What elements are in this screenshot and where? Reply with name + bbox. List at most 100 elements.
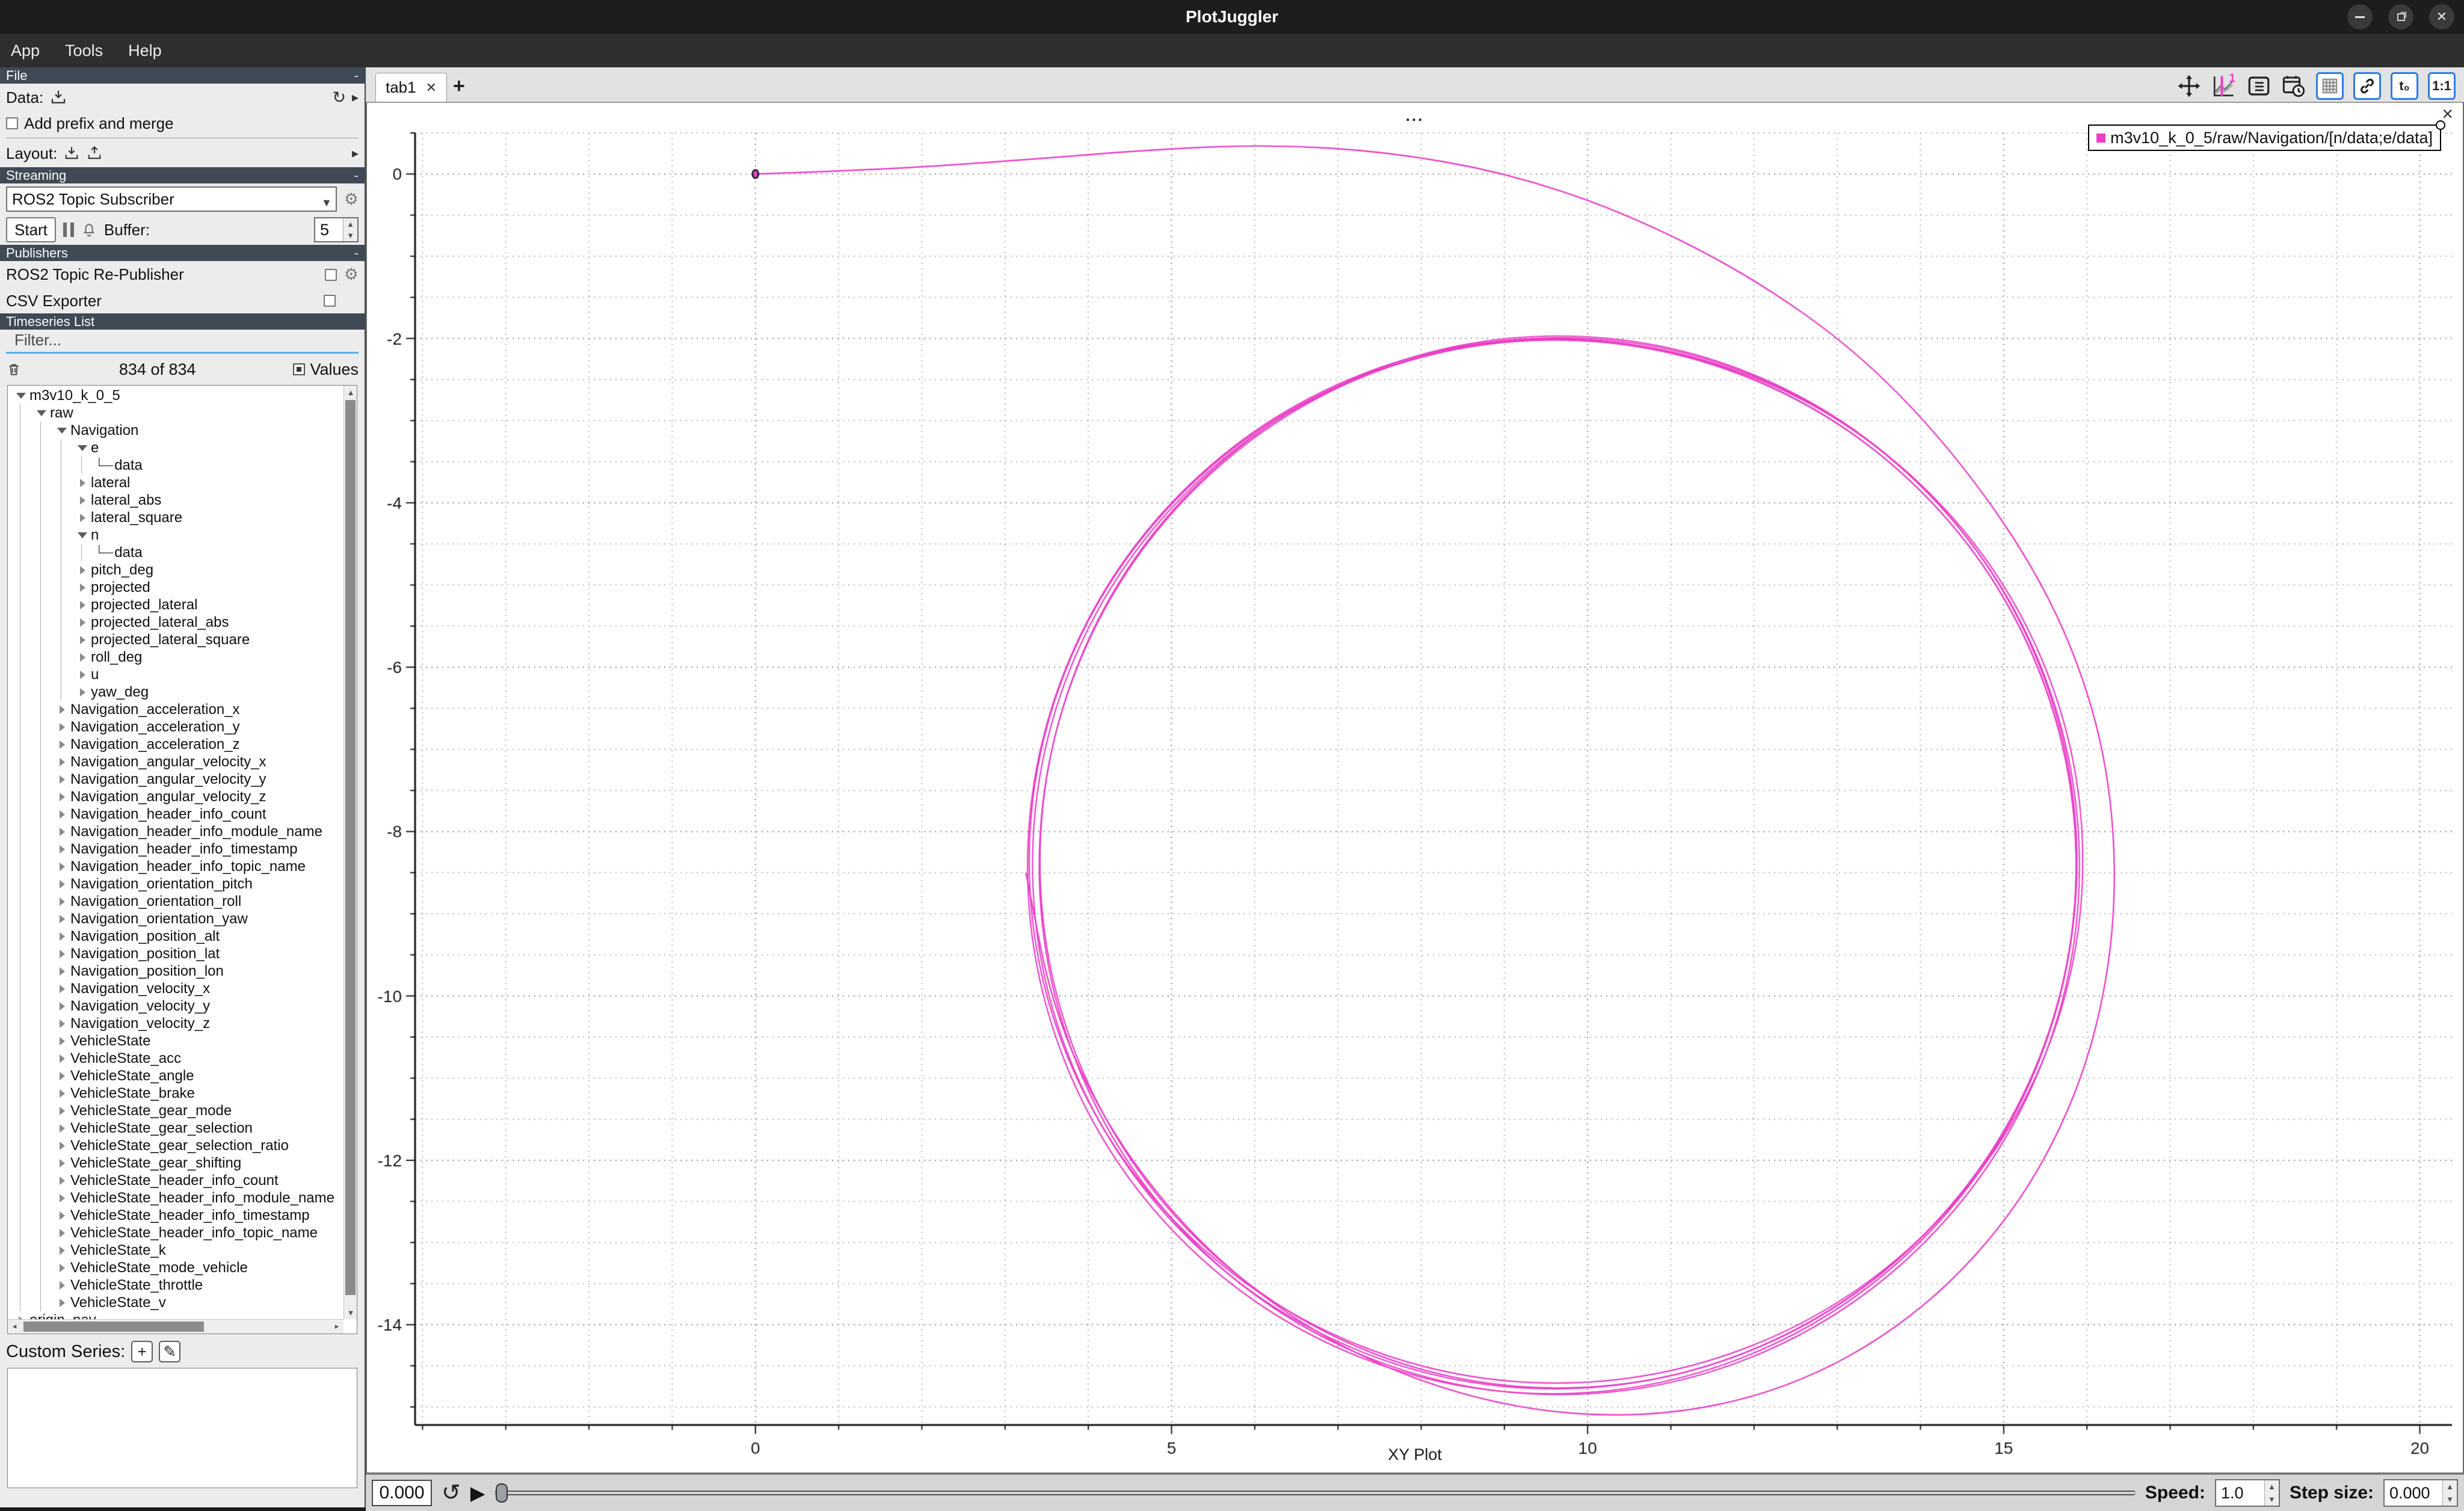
- values-checkbox[interactable]: [293, 363, 305, 375]
- tree-item[interactable]: VehicleState_header_info_timestamp: [8, 1207, 343, 1224]
- spin-up-icon[interactable]: ▲: [2443, 1480, 2457, 1493]
- restore-button[interactable]: [2388, 4, 2413, 29]
- tree-item[interactable]: Navigation_header_info_count: [8, 805, 343, 823]
- scrollbar-thumb[interactable]: [23, 1322, 204, 1332]
- spin-down-icon[interactable]: ▼: [343, 230, 357, 241]
- legend-handle[interactable]: [2436, 120, 2445, 130]
- tree-expanded-icon[interactable]: [13, 393, 29, 399]
- scroll-left-icon[interactable]: ◂: [8, 1320, 21, 1333]
- tree-item[interactable]: origin_nav: [8, 1311, 343, 1319]
- file-section-header[interactable]: File -: [0, 67, 365, 84]
- tree-item[interactable]: Navigation_angular_velocity_z: [8, 788, 343, 805]
- plot-close-icon[interactable]: ×: [2442, 104, 2453, 123]
- tree-item[interactable]: VehicleState_gear_shifting: [8, 1154, 343, 1172]
- trash-icon[interactable]: [6, 362, 22, 377]
- scroll-right-icon[interactable]: ▸: [330, 1320, 343, 1333]
- layout-menu-chevron-icon[interactable]: ▸: [352, 146, 359, 161]
- streaming-source-select[interactable]: ROS2 Topic Subscriber ▼: [6, 186, 337, 212]
- buffer-spinbox[interactable]: 5 ▲▼: [314, 217, 359, 242]
- plot-title[interactable]: ...: [367, 106, 2463, 125]
- scroll-up-icon[interactable]: ▲: [344, 386, 357, 399]
- spin-up-icon[interactable]: ▲: [343, 218, 357, 230]
- tree-item[interactable]: roll_deg: [8, 648, 343, 666]
- tree-item[interactable]: u: [8, 666, 343, 683]
- move-view-icon[interactable]: [2176, 73, 2202, 99]
- tree-item[interactable]: Navigation_velocity_z: [8, 1015, 343, 1032]
- spin-down-icon[interactable]: ▼: [2265, 1493, 2279, 1506]
- tree-item[interactable]: VehicleState_k: [8, 1242, 343, 1259]
- play-button[interactable]: ▶: [470, 1482, 485, 1504]
- scroll-down-icon[interactable]: ▼: [344, 1306, 357, 1319]
- collapse-icon[interactable]: -: [354, 68, 359, 84]
- republisher-gear-icon[interactable]: ⚙: [344, 266, 359, 283]
- add-custom-series-button[interactable]: +: [131, 1341, 153, 1362]
- minimize-button[interactable]: [2347, 4, 2373, 29]
- tracker-icon[interactable]: 1: [2211, 73, 2237, 99]
- t0-toggle-icon[interactable]: t₀: [2391, 72, 2418, 100]
- data-menu-chevron-icon[interactable]: ▸: [352, 90, 359, 105]
- xy-plot-canvas[interactable]: [371, 132, 2452, 1457]
- ratio-toggle-icon[interactable]: 1:1: [2428, 72, 2456, 100]
- tree-item[interactable]: pitch_deg: [8, 561, 343, 579]
- tree-item[interactable]: Navigation_acceleration_y: [8, 718, 343, 736]
- link-axes-icon[interactable]: [2353, 72, 2381, 100]
- tab-tab1[interactable]: tab1 ✕: [375, 73, 447, 102]
- time-display[interactable]: 0.000: [372, 1480, 432, 1506]
- menu-help[interactable]: Help: [128, 42, 162, 60]
- spin-up-icon[interactable]: ▲: [2265, 1480, 2279, 1493]
- csv-exporter-checkbox[interactable]: [324, 295, 336, 307]
- datetime-icon[interactable]: [2281, 73, 2306, 99]
- tree-item[interactable]: yaw_deg: [8, 683, 343, 701]
- tree-item[interactable]: Navigation_header_info_timestamp: [8, 840, 343, 858]
- start-button[interactable]: Start: [6, 217, 56, 242]
- bell-icon[interactable]: [81, 222, 97, 238]
- pause-icon[interactable]: [63, 223, 74, 237]
- tree-item[interactable]: projected_lateral: [8, 596, 343, 614]
- tree-item[interactable]: Navigation_position_lat: [8, 945, 343, 962]
- tree-item[interactable]: VehicleState_gear_selection_ratio: [8, 1137, 343, 1154]
- tree-item[interactable]: VehicleState_header_info_module_name: [8, 1189, 343, 1207]
- tree-item[interactable]: Navigation_position_alt: [8, 928, 343, 945]
- tree-item[interactable]: m3v10_k_0_5: [8, 387, 343, 404]
- tree-item[interactable]: Navigation_acceleration_z: [8, 736, 343, 753]
- tree-item[interactable]: Navigation_header_info_module_name: [8, 823, 343, 840]
- tree-item[interactable]: VehicleState_gear_selection: [8, 1119, 343, 1137]
- timeseries-section-header[interactable]: Timeseries List: [0, 313, 365, 330]
- legend[interactable]: m3v10_k_0_5/raw/Navigation/[n/data;e/dat…: [2088, 125, 2441, 151]
- spin-down-icon[interactable]: ▼: [2443, 1493, 2457, 1506]
- streaming-gear-icon[interactable]: ⚙: [344, 191, 359, 208]
- plot-widget[interactable]: ... × m3v10_k_0_5/raw/Navigation/[n/data…: [366, 102, 2464, 1474]
- tree-item[interactable]: VehicleState: [8, 1032, 343, 1050]
- tree-item[interactable]: VehicleState_v: [8, 1294, 343, 1311]
- tree-item[interactable]: VehicleState_gear_mode: [8, 1102, 343, 1119]
- collapse-icon[interactable]: -: [354, 168, 359, 183]
- tree-item[interactable]: VehicleState_brake: [8, 1085, 343, 1102]
- tree-item[interactable]: projected_lateral_square: [8, 631, 343, 648]
- save-layout-icon[interactable]: [86, 145, 103, 162]
- loop-icon[interactable]: ↺: [442, 1482, 461, 1504]
- tree-item[interactable]: Navigation_velocity_x: [8, 980, 343, 997]
- slider-handle[interactable]: [496, 1483, 508, 1503]
- add-prefix-checkbox[interactable]: [6, 117, 18, 129]
- collapse-icon[interactable]: -: [354, 245, 359, 261]
- step-size-spinbox[interactable]: 0.000 ▲▼: [2383, 1479, 2458, 1507]
- tree-item[interactable]: e: [8, 439, 343, 457]
- menu-app[interactable]: App: [11, 42, 40, 60]
- streaming-section-header[interactable]: Streaming -: [0, 167, 365, 183]
- tab-close-icon[interactable]: ✕: [426, 80, 437, 96]
- tree-item[interactable]: raw: [8, 404, 343, 422]
- tree-item[interactable]: lateral: [8, 474, 343, 491]
- load-layout-icon[interactable]: [63, 145, 80, 162]
- tree-item[interactable]: Navigation_velocity_y: [8, 997, 343, 1015]
- tree-item[interactable]: └─data: [8, 544, 343, 561]
- filter-input[interactable]: Filter...: [0, 330, 365, 355]
- tree-item[interactable]: VehicleState_acc: [8, 1050, 343, 1067]
- tree-vertical-scrollbar[interactable]: ▲ ▼: [343, 386, 357, 1319]
- tree-item[interactable]: Navigation_acceleration_x: [8, 701, 343, 718]
- tree-item[interactable]: Navigation: [8, 422, 343, 439]
- speed-spinbox[interactable]: 1.0 ▲▼: [2215, 1479, 2280, 1507]
- custom-series-list[interactable]: [7, 1368, 357, 1488]
- tree-item[interactable]: Navigation_angular_velocity_x: [8, 753, 343, 771]
- tree-item[interactable]: VehicleState_header_info_count: [8, 1172, 343, 1189]
- tree-item[interactable]: VehicleState_throttle: [8, 1276, 343, 1294]
